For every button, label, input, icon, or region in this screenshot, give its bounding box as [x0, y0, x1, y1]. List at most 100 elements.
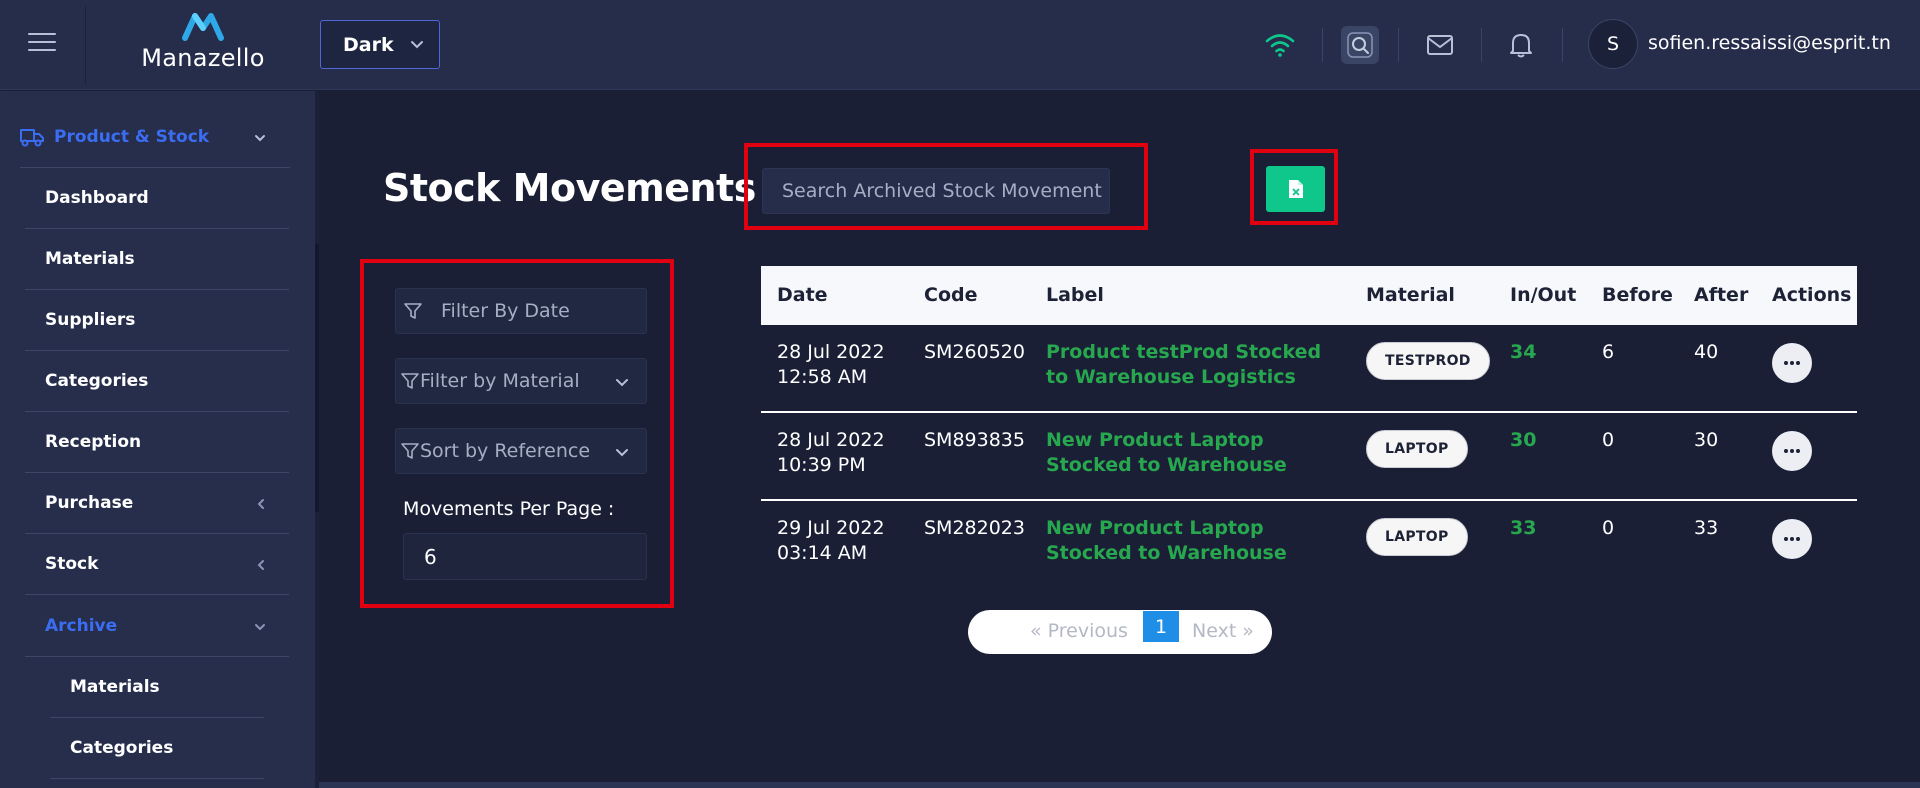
row-date: 28 Jul 2022 — [777, 341, 885, 363]
sidebar-item-label: Stock — [45, 554, 99, 574]
row-code: SM282023 — [924, 517, 1025, 539]
header-separator — [1481, 28, 1482, 62]
sidebar-item-label: Suppliers — [45, 310, 136, 330]
sidebar-item-purchase[interactable]: Purchase — [25, 473, 289, 534]
column-header-after[interactable]: After — [1694, 284, 1748, 306]
sidebar-item-materials[interactable]: Materials — [25, 229, 289, 290]
sort-by-reference-label: Sort by Reference — [420, 440, 591, 462]
row-time: 03:14 AM — [777, 542, 868, 564]
pagination-page-1[interactable]: 1 — [1143, 611, 1179, 642]
row-date: 29 Jul 2022 — [777, 517, 885, 539]
sidebar-item-label: Reception — [45, 432, 142, 452]
row-before: 6 — [1602, 341, 1615, 363]
sort-by-reference-select[interactable]: Sort by Reference — [395, 428, 647, 474]
footer-strip — [319, 782, 1920, 788]
pagination: « Previous 1 Next » — [968, 610, 1272, 654]
row-actions-button[interactable] — [1772, 343, 1812, 383]
theme-dropdown[interactable]: Dark — [320, 20, 440, 69]
pagination-previous[interactable]: « Previous — [1030, 620, 1128, 642]
sidebar-item-categories[interactable]: Categories — [25, 351, 289, 412]
truck-icon — [20, 128, 44, 146]
column-header-inout[interactable]: In/Out — [1510, 284, 1576, 306]
row-label: New Product Laptop Stocked to Warehouse — [1046, 429, 1287, 476]
column-header-label[interactable]: Label — [1046, 284, 1104, 306]
header-separator — [1398, 28, 1399, 62]
row-inout: 33 — [1510, 517, 1537, 539]
sidebar-item-reception[interactable]: Reception — [25, 412, 289, 473]
filter-funnel-icon — [401, 373, 419, 389]
chevron-left-icon — [257, 560, 264, 570]
row-code: SM260520 — [924, 341, 1025, 363]
more-dots-icon — [1784, 449, 1800, 453]
top-navbar: Manazello Dark S sofien.ressaissi@esprit… — [0, 0, 1920, 90]
column-header-actions: Actions — [1772, 284, 1852, 306]
filter-by-material-select[interactable]: Filter by Material — [395, 358, 647, 404]
row-date: 28 Jul 2022 — [777, 429, 885, 451]
sidebar-subitem-archive-materials[interactable]: Materials — [50, 657, 264, 718]
more-dots-icon — [1784, 361, 1800, 365]
sidebar-item-suppliers[interactable]: Suppliers — [25, 290, 289, 351]
chevron-down-icon — [411, 41, 423, 49]
table-row: 29 Jul 2022 03:14 AM SM282023 New Produc… — [761, 501, 1857, 589]
filter-funnel-icon — [404, 303, 422, 319]
search-icon[interactable] — [1341, 26, 1379, 64]
row-before: 0 — [1602, 429, 1615, 451]
row-actions-button[interactable] — [1772, 519, 1812, 559]
column-header-date[interactable]: Date — [777, 284, 828, 306]
export-excel-button[interactable] — [1266, 166, 1325, 212]
sidebar-item-label: Archive — [45, 616, 118, 636]
row-actions-button[interactable] — [1772, 431, 1812, 471]
header-divider — [85, 6, 86, 84]
excel-file-icon — [1288, 180, 1303, 198]
chevron-down-icon — [255, 624, 265, 631]
sidebar-subitem-archive-categories[interactable]: Categories — [50, 718, 264, 779]
sidebar-item-dashboard[interactable]: Dashboard — [25, 168, 289, 229]
row-after: 30 — [1694, 429, 1719, 451]
theme-dropdown-value: Dark — [343, 33, 394, 56]
app-logo[interactable]: Manazello — [138, 10, 268, 76]
sidebar-section-product-stock[interactable]: Product & Stock — [20, 106, 290, 168]
search-input[interactable] — [762, 168, 1110, 214]
chevron-down-icon — [255, 135, 265, 142]
filter-funnel-icon — [401, 443, 419, 459]
sidebar-item-archive[interactable]: Archive — [25, 596, 289, 657]
hamburger-menu-icon[interactable] — [28, 33, 56, 55]
sidebar-item-label: Categories — [70, 738, 174, 758]
material-badge: TESTPROD — [1366, 342, 1490, 380]
column-header-before[interactable]: Before — [1602, 284, 1673, 306]
sidebar-item-label: Categories — [45, 371, 149, 391]
material-badge: LAPTOP — [1366, 518, 1468, 556]
row-date-cell: 28 Jul 2022 10:39 PM — [777, 428, 885, 478]
row-label: Product testProd Stocked to Warehouse Lo… — [1046, 341, 1322, 388]
mail-icon[interactable] — [1421, 26, 1459, 64]
row-after: 33 — [1694, 517, 1719, 539]
filter-by-date-placeholder: Filter By Date — [441, 300, 570, 322]
filter-by-date-field[interactable]: Filter By Date — [395, 288, 647, 334]
table-row: 28 Jul 2022 10:39 PM SM893835 New Produc… — [761, 413, 1857, 501]
header-separator — [1322, 28, 1323, 62]
sidebar-item-stock[interactable]: Stock — [25, 534, 289, 595]
row-date-cell: 29 Jul 2022 03:14 AM — [777, 516, 885, 566]
sidebar-item-label: Materials — [70, 677, 160, 697]
per-page-input[interactable] — [403, 533, 647, 580]
sidebar-item-label: Purchase — [45, 493, 134, 513]
column-header-material[interactable]: Material — [1366, 284, 1455, 306]
sidebar-item-label: Materials — [45, 249, 135, 269]
row-inout: 34 — [1510, 341, 1537, 363]
material-badge: LAPTOP — [1366, 430, 1468, 468]
pagination-next[interactable]: Next » — [1192, 620, 1254, 642]
chevron-down-icon — [616, 449, 628, 457]
per-page-label: Movements Per Page : — [403, 498, 615, 520]
row-inout: 30 — [1510, 429, 1537, 451]
user-email[interactable]: sofien.ressaissi@esprit.tn — [1648, 32, 1891, 54]
avatar[interactable]: S — [1588, 19, 1638, 69]
wifi-icon[interactable] — [1261, 26, 1299, 64]
filter-by-material-label: Filter by Material — [420, 370, 580, 392]
row-time: 12:58 AM — [777, 366, 868, 388]
column-header-code[interactable]: Code — [924, 284, 977, 306]
row-time: 10:39 PM — [777, 454, 866, 476]
chevron-down-icon — [616, 379, 628, 387]
header-separator — [1562, 28, 1563, 62]
notification-bell-icon[interactable] — [1502, 26, 1540, 64]
sidebar-section-label: Product & Stock — [54, 126, 210, 147]
